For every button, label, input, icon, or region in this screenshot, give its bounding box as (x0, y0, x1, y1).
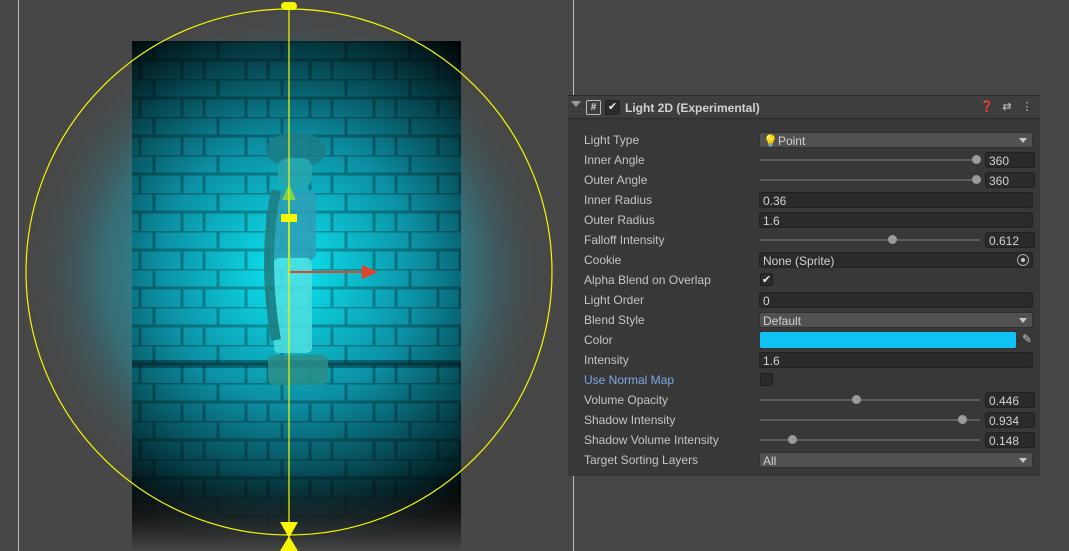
row-shadow-intensity: Shadow Intensity 0.934 (568, 410, 1040, 430)
script-hash-icon: # (586, 100, 601, 115)
light2d-inspector-panel: # ✔ Light 2D (Experimental) ❓ ⇄ ⋮ Light … (568, 95, 1040, 476)
light-order-label: Light Order (584, 293, 645, 307)
blend-style-dropdown[interactable]: Default (759, 312, 1033, 328)
outer-radius-field[interactable]: 1.6 (759, 212, 1033, 228)
outer-angle-slider[interactable] (760, 179, 980, 181)
light-type-label: Light Type (584, 133, 640, 147)
cookie-label: Cookie (584, 253, 622, 267)
row-outer-angle: Outer Angle 360 (568, 170, 1040, 190)
row-target-sorting-layers: Target Sorting Layers All (568, 450, 1040, 470)
shadow-intensity-label: Shadow Intensity (584, 413, 676, 427)
object-picker-icon[interactable] (1017, 254, 1029, 266)
shadow-intensity-field[interactable]: 0.934 (985, 412, 1035, 428)
dropdown-arrow-icon (1019, 138, 1027, 143)
light-order-field[interactable]: 0 (759, 292, 1033, 308)
alpha-blend-checkbox[interactable]: ✔ (760, 273, 773, 286)
component-enabled-checkbox[interactable]: ✔ (605, 100, 620, 115)
shadow-volume-intensity-label: Shadow Volume Intensity (584, 433, 719, 447)
color-swatch[interactable] (760, 332, 1016, 348)
lightbulb-icon: 💡 (763, 134, 778, 148)
component-header[interactable]: # ✔ Light 2D (Experimental) ❓ ⇄ ⋮ (568, 96, 1040, 119)
component-title: Light 2D (Experimental) (625, 101, 760, 115)
falloff-intensity-label: Falloff Intensity (584, 233, 665, 247)
presets-icon[interactable]: ⇄ (1000, 100, 1014, 114)
shadow-intensity-slider-thumb[interactable] (957, 415, 967, 424)
row-inner-radius: Inner Radius 0.36 (568, 190, 1040, 210)
inner-radius-label: Inner Radius (584, 193, 653, 207)
inner-angle-field[interactable]: 360 (985, 152, 1035, 168)
alpha-blend-label: Alpha Blend on Overlap (584, 273, 711, 287)
dropdown-arrow-icon (1019, 458, 1027, 463)
foldout-arrow-icon[interactable] (571, 101, 581, 107)
row-cookie: Cookie None (Sprite) (568, 250, 1040, 270)
inner-angle-slider-thumb[interactable] (972, 155, 981, 164)
row-volume-opacity: Volume Opacity 0.446 (568, 390, 1040, 410)
outer-angle-label: Outer Angle (584, 173, 648, 187)
intensity-label: Intensity (584, 353, 629, 367)
row-falloff-intensity: Falloff Intensity 0.612 (568, 230, 1040, 250)
row-outer-radius: Outer Radius 1.6 (568, 210, 1040, 230)
row-light-order: Light Order 0 (568, 290, 1040, 310)
dropdown-arrow-icon (1019, 318, 1027, 323)
use-normal-map-label: Use Normal Map (584, 373, 675, 387)
intensity-field[interactable]: 1.6 (759, 352, 1033, 368)
use-normal-map-checkbox[interactable] (760, 373, 773, 386)
outer-radius-label: Outer Radius (584, 213, 655, 227)
row-inner-angle: Inner Angle 360 (568, 150, 1040, 170)
outer-angle-field[interactable]: 360 (985, 172, 1035, 188)
shadow-intensity-slider[interactable] (760, 419, 980, 421)
row-blend-style: Blend Style Default (568, 310, 1040, 330)
inner-angle-slider[interactable] (760, 159, 980, 161)
falloff-intensity-field[interactable]: 0.612 (985, 232, 1035, 248)
inner-radius-field[interactable]: 0.36 (759, 192, 1033, 208)
row-color: Color ✎ (568, 330, 1040, 350)
row-light-type: Light Type 💡Point (568, 130, 1040, 150)
kebab-menu-icon[interactable]: ⋮ (1020, 100, 1034, 114)
volume-opacity-slider[interactable] (760, 399, 980, 401)
falloff-intensity-slider-thumb[interactable] (888, 235, 898, 244)
target-sorting-layers-label: Target Sorting Layers (584, 453, 699, 467)
eyedropper-icon[interactable]: ✎ (1020, 332, 1034, 348)
cookie-object-field[interactable]: None (Sprite) (759, 252, 1033, 268)
falloff-intensity-slider[interactable] (760, 239, 980, 241)
row-shadow-volume-intensity: Shadow Volume Intensity 0.148 (568, 430, 1040, 450)
color-label: Color (584, 333, 613, 347)
shadow-volume-intensity-field[interactable]: 0.148 (985, 432, 1035, 448)
shadow-volume-intensity-slider-thumb[interactable] (787, 435, 797, 444)
row-use-normal-map: Use Normal Map (568, 370, 1040, 390)
target-sorting-layers-dropdown[interactable]: All (759, 452, 1033, 468)
blend-style-label: Blend Style (584, 313, 645, 327)
volume-opacity-label: Volume Opacity (584, 393, 669, 407)
inner-radius-handle (281, 214, 297, 222)
row-alpha-blend: Alpha Blend on Overlap ✔ (568, 270, 1040, 290)
light-type-value: Point (777, 134, 806, 148)
light-type-dropdown[interactable]: 💡Point (759, 132, 1033, 148)
volume-opacity-slider-thumb[interactable] (852, 395, 862, 404)
outer-angle-slider-thumb[interactable] (972, 175, 981, 184)
outer-radius-handle (281, 2, 297, 10)
volume-opacity-field[interactable]: 0.446 (985, 392, 1035, 408)
row-intensity: Intensity 1.6 (568, 350, 1040, 370)
inner-angle-label: Inner Angle (584, 153, 645, 167)
help-icon[interactable]: ❓ (980, 100, 994, 114)
